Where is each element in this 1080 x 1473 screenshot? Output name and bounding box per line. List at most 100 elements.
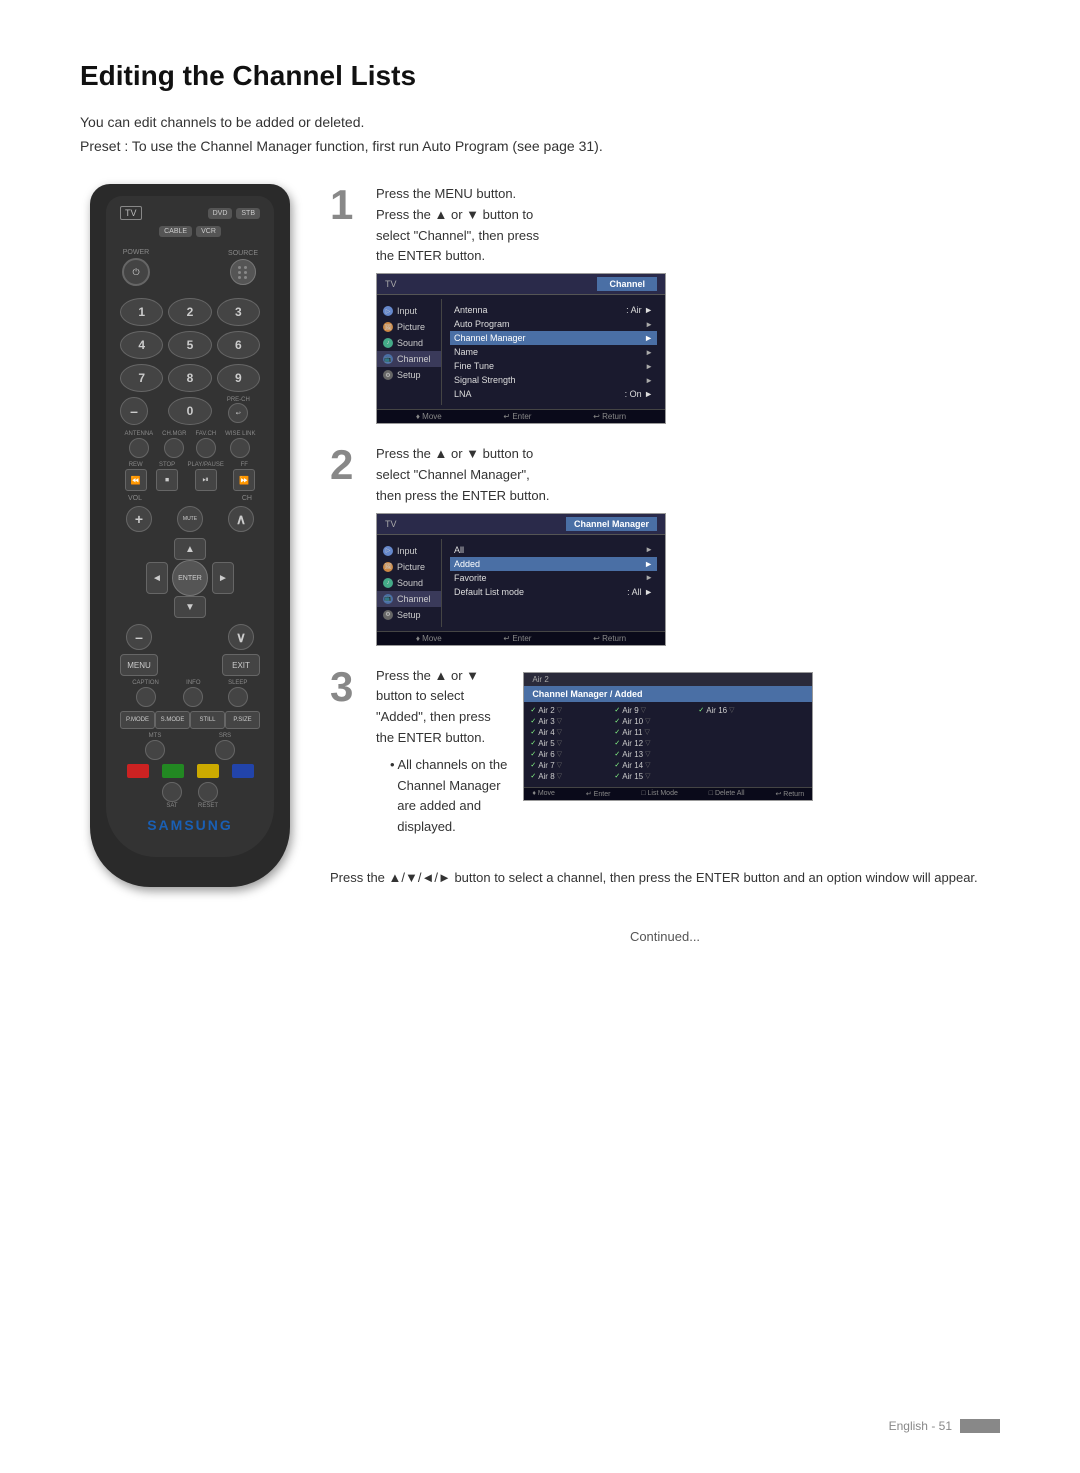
cable-button[interactable]: CABLE: [159, 226, 192, 237]
sleep-button[interactable]: [228, 687, 248, 707]
menu-channel-manager-arrow: ►: [644, 333, 653, 343]
channel-row-4: ✓ Air 5 ▽ ✓ Air 12 ▽: [530, 739, 806, 748]
psize-button[interactable]: P.SIZE: [225, 711, 260, 729]
footer-enter-2: ↵ Enter: [503, 634, 531, 643]
exit-button[interactable]: EXIT: [222, 654, 260, 676]
menu-signal-arrow: ►: [645, 376, 653, 385]
air7-icon: ▽: [557, 761, 562, 769]
sat-reset-row: SAT RESET: [120, 782, 260, 809]
yellow-button[interactable]: [197, 764, 219, 778]
step-3-content: Press the ▲ or ▼ button to select "Added…: [376, 666, 1000, 838]
source-button[interactable]: [230, 259, 256, 285]
dash-button[interactable]: –: [120, 397, 148, 425]
dpad-down-button[interactable]: ▼: [174, 596, 206, 618]
sidebar-sound: ♪ Sound: [377, 335, 441, 351]
check-air16: ✓: [698, 706, 704, 714]
channel-air2: ✓ Air 2 ▽: [530, 706, 610, 715]
air7-label: Air 7: [538, 761, 554, 770]
enter-button[interactable]: ENTER: [172, 560, 208, 596]
num-7-button[interactable]: 7: [120, 364, 163, 392]
continued-text: Continued...: [330, 929, 1000, 944]
wise-link-button[interactable]: [230, 438, 250, 458]
air15-label: Air 15: [622, 772, 643, 781]
dpad-right-button[interactable]: ►: [212, 562, 234, 594]
play-pause-button[interactable]: ⏯: [195, 469, 217, 491]
step-1-line-3: select "Channel", then press: [376, 228, 539, 243]
check-air12: ✓: [614, 739, 620, 747]
antenna-button[interactable]: [129, 438, 149, 458]
num-3-button[interactable]: 3: [217, 298, 260, 326]
tv-screen-2-body: ▷ Input 🖼 Picture ♪ Sound: [377, 535, 665, 631]
red-button[interactable]: [127, 764, 149, 778]
num-5-button[interactable]: 5: [168, 331, 211, 359]
step-3-line-2: button to select: [376, 688, 464, 703]
vol-down-button[interactable]: –: [126, 624, 152, 650]
dpad-up-button[interactable]: ▲: [174, 538, 206, 560]
num-4-button[interactable]: 4: [120, 331, 163, 359]
menu-lna-value: : On ►: [625, 389, 653, 399]
num-2-button[interactable]: 2: [168, 298, 211, 326]
sidebar2-sound: ♪ Sound: [377, 575, 441, 591]
info-button[interactable]: [183, 687, 203, 707]
sat-label: SAT: [166, 803, 177, 809]
green-button[interactable]: [162, 764, 184, 778]
ch-up-button[interactable]: ∧: [228, 506, 254, 532]
stb-button[interactable]: STB: [236, 208, 260, 219]
page-content: Editing the Channel Lists You can edit c…: [0, 0, 1080, 1004]
tv-screen-1-body: ▷ Input 🖼 Picture ♪ Sound: [377, 295, 665, 409]
step-3-text: Press the ▲ or ▼ button to select "Added…: [376, 666, 507, 749]
dpad: ▲ ◄ ENTER ► ▼: [120, 538, 260, 618]
channel-grid-body: ✓ Air 2 ▽ ✓ Air 9 ▽: [524, 702, 812, 787]
channel-row-2: ✓ Air 3 ▽ ✓ Air 10 ▽: [530, 717, 806, 726]
ff-button[interactable]: ⏩: [233, 469, 255, 491]
num-6-button[interactable]: 6: [217, 331, 260, 359]
vol-up-button[interactable]: +: [126, 506, 152, 532]
reset-button[interactable]: [198, 782, 218, 802]
num-8-button[interactable]: 8: [168, 364, 211, 392]
tv-screen-1-header: TV Channel: [377, 274, 665, 295]
vcr-button[interactable]: VCR: [196, 226, 221, 237]
air8-icon: ▽: [557, 772, 562, 780]
menu2-all-arrow: ►: [645, 545, 653, 554]
num-1-button[interactable]: 1: [120, 298, 163, 326]
blue-button[interactable]: [232, 764, 254, 778]
srs-button[interactable]: [215, 740, 235, 760]
tv-screen-2-menu: All ► Added ► Favorite ►: [442, 539, 665, 627]
ch-down-button[interactable]: ∨: [228, 624, 254, 650]
channel-air16: ✓ Air 16 ▽: [698, 706, 778, 715]
dpad-left-button[interactable]: ◄: [146, 562, 168, 594]
pmode-button[interactable]: P.MODE: [120, 711, 155, 729]
picture-icon: 🖼: [383, 322, 393, 332]
menu-button[interactable]: MENU: [120, 654, 158, 676]
still-button[interactable]: STILL: [190, 711, 225, 729]
input-icon-2: ▷: [383, 546, 393, 556]
mute-button[interactable]: MUTE: [177, 506, 203, 532]
num-9-button[interactable]: 9: [217, 364, 260, 392]
air16-label: Air 16: [706, 706, 727, 715]
fav-ch-button[interactable]: [196, 438, 216, 458]
menu-auto-program-label: Auto Program: [454, 319, 510, 329]
power-button[interactable]: ⏻: [122, 258, 150, 286]
step-1-line-4: the ENTER button.: [376, 248, 485, 263]
channel-air15: ✓ Air 15 ▽: [614, 772, 694, 781]
sidebar2-sound-label: Sound: [397, 578, 423, 588]
air2-icon: ▽: [557, 706, 562, 714]
ch-mgr-button[interactable]: [164, 438, 184, 458]
rew-button[interactable]: ⏪: [125, 469, 147, 491]
intro-text-2: Preset : To use the Channel Manager func…: [80, 138, 1000, 154]
dvd-button[interactable]: DVD: [208, 208, 233, 219]
tv-screen-1-sidebar: ▷ Input 🖼 Picture ♪ Sound: [377, 299, 442, 405]
pre-ch-button[interactable]: ↩: [228, 403, 248, 423]
menu-antenna-value: : Air ►: [626, 305, 653, 315]
page-title: Editing the Channel Lists: [80, 60, 1000, 92]
menu-item-signal-strength: Signal Strength ►: [450, 373, 657, 387]
mts-button[interactable]: [145, 740, 165, 760]
caption-button[interactable]: [136, 687, 156, 707]
sidebar2-input-label: Input: [397, 546, 417, 556]
menu2-default-list-value: : All ►: [627, 587, 653, 597]
sat-button[interactable]: [162, 782, 182, 802]
smode-button[interactable]: S.MODE: [155, 711, 190, 729]
fav-ch-label: FAV.CH: [195, 431, 216, 437]
num-0-button[interactable]: 0: [168, 397, 211, 425]
stop-button[interactable]: ⏹: [156, 469, 178, 491]
